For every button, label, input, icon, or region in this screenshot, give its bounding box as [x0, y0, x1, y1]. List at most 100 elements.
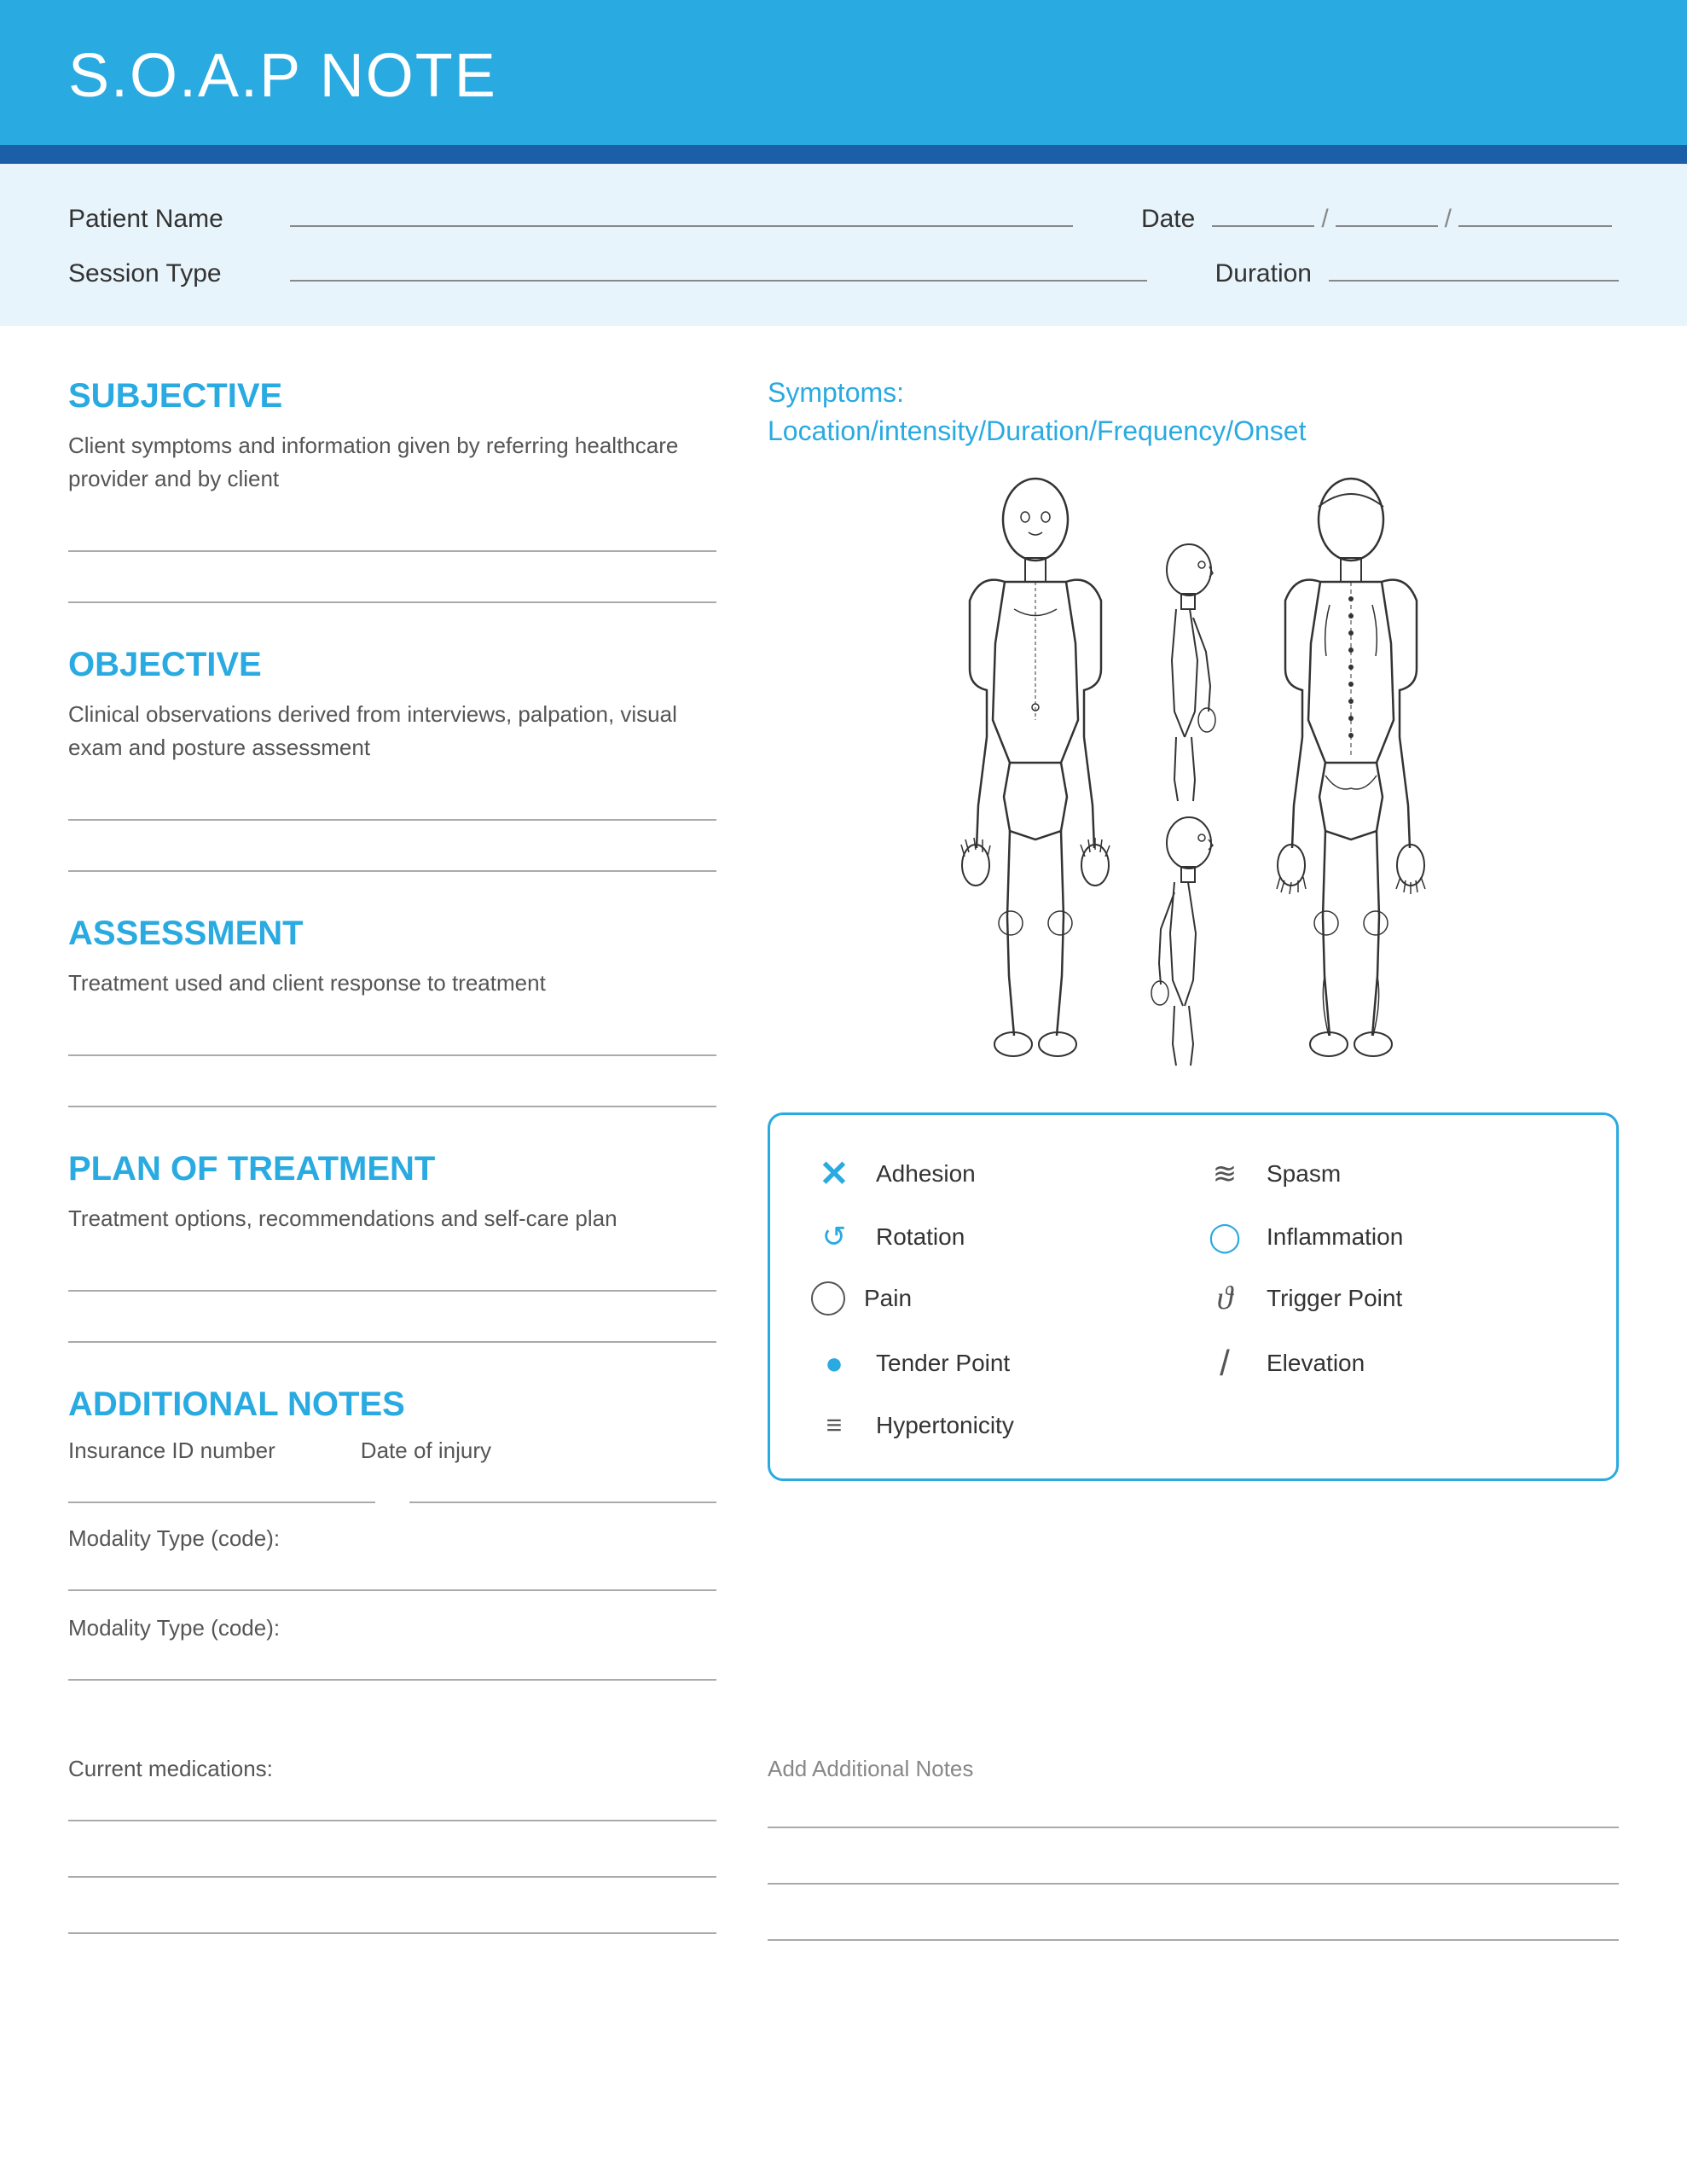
current-meds-label: Current medications:	[68, 1756, 716, 1782]
header: S.O.A.P NOTE	[0, 0, 1687, 145]
rotation-label: Rotation	[876, 1223, 965, 1251]
insurance-id-input[interactable]	[68, 1471, 375, 1503]
bottom-right: Add Additional Notes	[768, 1756, 1619, 1965]
adhesion-label: Adhesion	[876, 1160, 976, 1188]
trigger-point-icon: ϑ	[1202, 1280, 1248, 1317]
figure-side-small-bottom	[1142, 814, 1244, 1070]
hypertonicity-icon: ≡	[811, 1409, 857, 1441]
additional-notes-title: ADDITIONAL NOTES	[68, 1385, 716, 1424]
objective-description: Clinical observations derived from inter…	[68, 698, 716, 764]
legend-box: ✕ Adhesion ≋ Spasm ↺ Rotation ◯ Inflamma…	[768, 1112, 1619, 1481]
date-month-input[interactable]	[1212, 225, 1314, 227]
patient-name-input[interactable]	[290, 225, 1073, 227]
add-additional-notes-label: Add Additional Notes	[768, 1756, 1619, 1782]
assessment-title: ASSESSMENT	[68, 915, 716, 953]
pain-label: Pain	[864, 1285, 912, 1312]
figure-back	[1261, 473, 1441, 1070]
additional-lines-row	[68, 1471, 716, 1503]
additional-labels-row: Insurance ID number Date of injury	[68, 1438, 716, 1464]
legend-item-inflammation: ◯ Inflammation	[1202, 1220, 1575, 1254]
date-label: Date	[1141, 205, 1195, 234]
pain-icon: ○	[811, 1281, 845, 1316]
plan-input-2[interactable]	[68, 1310, 716, 1343]
plan-input-1[interactable]	[68, 1259, 716, 1292]
body-diagram-area	[768, 473, 1619, 1070]
left-column: SUBJECTIVE Client symptoms and informati…	[68, 377, 716, 1705]
subjective-input-2[interactable]	[68, 571, 716, 603]
objective-section: OBJECTIVE Clinical observations derived …	[68, 646, 716, 872]
assessment-description: Treatment used and client response to tr…	[68, 967, 716, 1000]
middle-figures	[1142, 541, 1244, 1070]
main-content: SUBJECTIVE Client symptoms and informati…	[0, 326, 1687, 1756]
modality1-label: Modality Type (code):	[68, 1525, 716, 1552]
modality1-input[interactable]	[68, 1559, 716, 1591]
hypertonicity-label: Hypertonicity	[876, 1412, 1014, 1439]
header-stripe	[0, 145, 1687, 164]
modality2-input[interactable]	[68, 1648, 716, 1681]
figure-front	[946, 473, 1125, 1070]
current-meds-input-1[interactable]	[68, 1789, 716, 1821]
duration-label: Duration	[1215, 259, 1312, 288]
plan-title: PLAN OF TREATMENT	[68, 1150, 716, 1188]
patient-name-label: Patient Name	[68, 205, 290, 234]
inflammation-icon: ◯	[1202, 1220, 1248, 1254]
date-of-injury-input[interactable]	[409, 1471, 716, 1503]
current-meds-input-2[interactable]	[68, 1845, 716, 1878]
assessment-input-2[interactable]	[68, 1075, 716, 1107]
subjective-section: SUBJECTIVE Client symptoms and informati…	[68, 377, 716, 603]
legend-item-rotation: ↺ Rotation	[811, 1220, 1185, 1254]
legend-item-hypertonicity: ≡ Hypertonicity	[811, 1409, 1185, 1441]
additional-notes-input-2[interactable]	[768, 1852, 1619, 1885]
trigger-point-label: Trigger Point	[1267, 1285, 1402, 1312]
assessment-input-1[interactable]	[68, 1024, 716, 1056]
subjective-input-1[interactable]	[68, 520, 716, 552]
elevation-icon: /	[1202, 1343, 1248, 1384]
rotation-icon: ↺	[811, 1220, 857, 1254]
duration-input[interactable]	[1329, 280, 1619, 282]
bottom-section: Current medications: Add Additional Note…	[0, 1756, 1687, 2033]
current-meds-input-3[interactable]	[68, 1902, 716, 1934]
subjective-title: SUBJECTIVE	[68, 377, 716, 415]
symptoms-header: Symptoms:	[768, 377, 1619, 409]
spasm-label: Spasm	[1267, 1160, 1341, 1188]
additional-notes-input-1[interactable]	[768, 1796, 1619, 1828]
objective-title: OBJECTIVE	[68, 646, 716, 684]
figure-side-small-top	[1142, 541, 1244, 805]
legend-item-tender-point: ● Tender Point	[811, 1343, 1185, 1384]
right-column: Symptoms: Location/intensity/Duration/Fr…	[768, 377, 1619, 1705]
adhesion-icon: ✕	[811, 1153, 857, 1194]
patient-bar: Patient Name Date / / Session Type Durat…	[0, 164, 1687, 326]
inflammation-label: Inflammation	[1267, 1223, 1403, 1251]
tender-point-label: Tender Point	[876, 1350, 1010, 1377]
date-of-injury-label: Date of injury	[361, 1438, 491, 1464]
objective-input-2[interactable]	[68, 839, 716, 872]
date-day-input[interactable]	[1336, 225, 1438, 227]
plan-description: Treatment options, recommendations and s…	[68, 1202, 716, 1235]
insurance-id-label: Insurance ID number	[68, 1438, 275, 1464]
tender-point-icon: ●	[811, 1345, 857, 1381]
date-year-input[interactable]	[1458, 225, 1612, 227]
session-type-label: Session Type	[68, 259, 290, 288]
session-type-row: Session Type Duration	[68, 259, 1619, 288]
modality2-label: Modality Type (code):	[68, 1615, 716, 1641]
assessment-section: ASSESSMENT Treatment used and client res…	[68, 915, 716, 1107]
subjective-description: Client symptoms and information given by…	[68, 429, 716, 496]
legend-item-spasm: ≋ Spasm	[1202, 1153, 1575, 1194]
legend-item-elevation: / Elevation	[1202, 1343, 1575, 1384]
additional-notes-input-3[interactable]	[768, 1908, 1619, 1941]
objective-input-1[interactable]	[68, 788, 716, 821]
patient-name-row: Patient Name Date / /	[68, 205, 1619, 234]
spasm-icon: ≋	[1202, 1157, 1248, 1191]
date-group: Date / /	[1141, 205, 1619, 234]
symptoms-subheader: Location/intensity/Duration/Frequency/On…	[768, 415, 1619, 447]
page-title: S.O.A.P NOTE	[68, 41, 1619, 111]
plan-section: PLAN OF TREATMENT Treatment options, rec…	[68, 1150, 716, 1343]
bottom-left: Current medications:	[68, 1756, 716, 1965]
additional-notes-section: ADDITIONAL NOTES Insurance ID number Dat…	[68, 1385, 716, 1681]
elevation-label: Elevation	[1267, 1350, 1365, 1377]
legend-item-pain: ○ Pain	[811, 1280, 1185, 1317]
session-type-input[interactable]	[290, 280, 1147, 282]
duration-group: Duration	[1215, 259, 1619, 288]
legend-item-adhesion: ✕ Adhesion	[811, 1153, 1185, 1194]
legend-item-trigger-point: ϑ Trigger Point	[1202, 1280, 1575, 1317]
